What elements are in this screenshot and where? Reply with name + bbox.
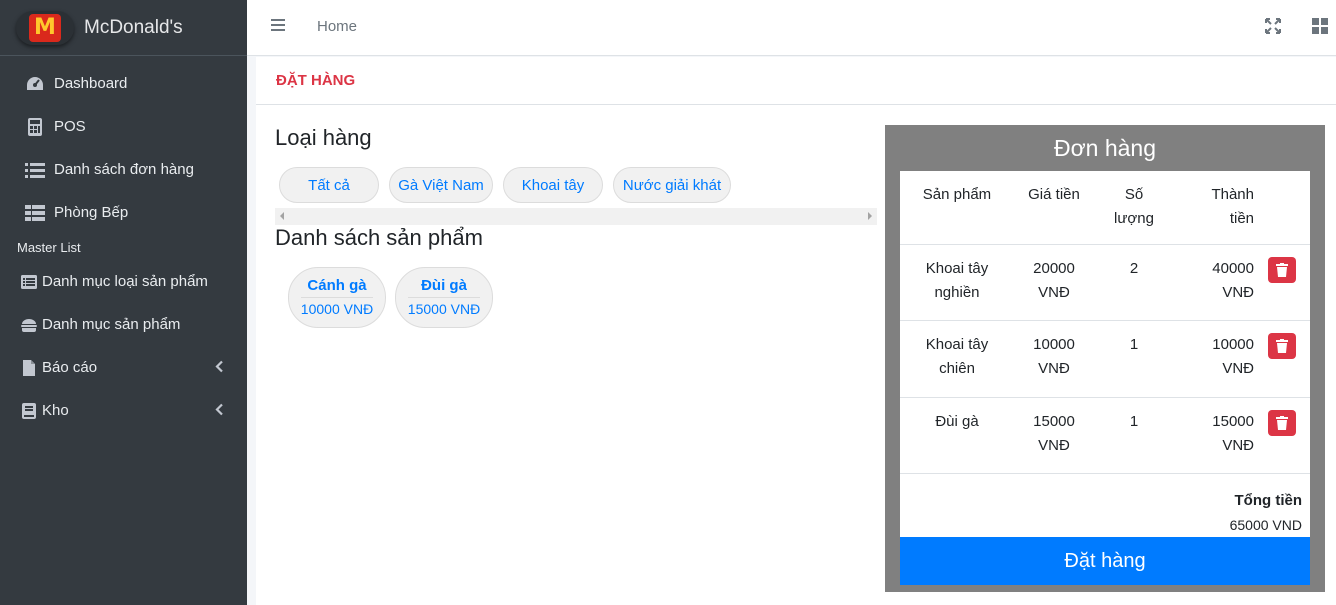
product-name: Đùi gà [408,277,480,298]
category-button[interactable]: Nước giải khát [613,167,731,203]
sidebar-item-label: Kho [42,402,69,419]
sidebar-item-category-list[interactable]: Danh mục loại sản phẩm [0,260,247,303]
trash-icon [1276,339,1288,353]
chevron-left-icon [215,403,223,418]
hamburger-icon [20,318,38,332]
home-link[interactable]: Home [317,18,357,35]
sidebar: M McDonald's Dashboard POS Danh sách đơn… [0,0,247,605]
order-total: 10000 VNĐ [1212,336,1254,377]
menu-toggle-icon[interactable] [271,19,285,33]
sidebar-header-master-list: Master List [17,239,81,255]
delete-item-button[interactable] [1268,256,1296,283]
order-product: Đùi gà [935,412,979,430]
product-name: Cánh gà [301,277,373,298]
column-header: Sản phẩm [922,186,992,203]
sidebar-item-reports[interactable]: Báo cáo [0,346,247,389]
list-alt-icon [20,274,38,289]
category-scrollbar[interactable] [275,208,877,225]
order-product: Khoai tây nghiền [925,259,989,301]
delete-item-button[interactable] [1268,409,1296,436]
sidebar-item-warehouse[interactable]: Kho [0,389,247,432]
book-icon [20,402,38,419]
total-value: 65000 VND [1229,517,1302,533]
column-header: Thành tiền [1211,186,1254,227]
column-header: Giá tiền [1028,186,1080,203]
column-header: Số lượng [1114,186,1154,227]
grid-icon[interactable] [1312,18,1332,38]
sidebar-item-product-list[interactable]: Danh mục sản phẩm [0,303,247,346]
mcdonalds-logo-icon: M [29,13,61,42]
file-icon [20,359,38,376]
table-row: Khoai tây nghiền 20000 VNĐ 2 40000 VNĐ [900,244,1310,321]
category-button[interactable]: Khoai tây [503,167,603,203]
list-icon [24,162,46,178]
table-icon [24,204,46,221]
fullscreen-icon[interactable] [1265,18,1285,38]
sidebar-item-label: Phòng Bếp [54,204,129,221]
table-row: Khoai tây chiên 10000 VNĐ 1 10000 VNĐ [900,320,1310,398]
scroll-left-icon[interactable] [280,212,284,220]
order-qty: 2 [1129,259,1139,277]
sidebar-item-label: Báo cáo [42,359,98,376]
product-card[interactable]: Đùi gà 15000 VNĐ [395,267,493,328]
content-header: ĐẶT HÀNG [256,57,1336,105]
order-title: Đơn hàng [1053,135,1157,161]
product-price: 10000 VNĐ [300,301,374,317]
order-qty: 1 [1129,412,1139,430]
top-navbar: Home [247,0,1336,56]
brand-logo: M [16,10,74,45]
order-price: 15000 VNĐ [1033,412,1075,454]
category-button[interactable]: Tất cả [279,167,379,203]
sidebar-item-kitchen[interactable]: Phòng Bếp [0,191,247,234]
trash-icon [1276,262,1288,277]
products-title: Danh sách sản phẩm [275,225,483,250]
table-row: Đùi gà 15000 VNĐ 1 15000 VNĐ [900,397,1310,474]
sidebar-item-label: Danh sách đơn hàng [54,161,194,178]
calculator-icon [24,117,46,136]
sidebar-item-label: Danh mục sản phẩm [42,316,181,333]
dashboard-icon [24,75,46,93]
categories-title: Loại hàng [275,125,372,150]
scroll-right-icon[interactable] [868,212,872,220]
sidebar-item-label: Danh mục loại sản phẩm [42,273,208,290]
category-button[interactable]: Gà Việt Nam [389,167,493,203]
category-list: Tất cả Gà Việt Nam Khoai tây Nước giải k… [279,167,741,203]
chevron-left-icon [215,360,223,375]
order-qty: 1 [1129,336,1139,353]
total-label: Tổng tiền [1234,492,1303,509]
top-right-actions [1265,18,1336,38]
order-table-container: Sản phẩm Giá tiền Số lượng Thành tiền Kh… [900,171,1310,537]
order-total-section: Tổng tiền 65000 VND [900,473,1310,537]
delete-item-button[interactable] [1268,333,1296,359]
sidebar-item-label: POS [54,118,86,135]
product-card[interactable]: Cánh gà 10000 VNĐ [288,267,386,328]
sidebar-item-label: Dashboard [54,75,128,92]
trash-icon [1276,415,1288,430]
brand-link[interactable]: M McDonald's [0,0,247,56]
sidebar-nav: Dashboard POS Danh sách đơn hàng Phòng B… [0,56,247,432]
sidebar-item-orders[interactable]: Danh sách đơn hàng [0,148,247,191]
brand-name: McDonald's [84,16,183,38]
sidebar-item-dashboard[interactable]: Dashboard [0,62,247,105]
page-title: ĐẶT HÀNG [276,72,356,89]
table-header-row: Sản phẩm Giá tiền Số lượng Thành tiền [900,171,1310,244]
sidebar-item-pos[interactable]: POS [0,105,247,148]
order-price: 20000 VNĐ [1033,259,1075,301]
order-total: 15000 VNĐ [1212,412,1254,454]
order-table: Sản phẩm Giá tiền Số lượng Thành tiền Kh… [900,171,1310,474]
order-total: 40000 VNĐ [1212,259,1254,301]
order-price: 10000 VNĐ [1033,336,1075,377]
order-product: Khoai tây chiên [925,336,989,377]
place-order-button[interactable]: Đặt hàng [900,537,1310,585]
order-panel: Đơn hàng Sản phẩm Giá tiền Số lượng Thàn… [885,125,1325,592]
product-price: 15000 VNĐ [407,301,481,317]
